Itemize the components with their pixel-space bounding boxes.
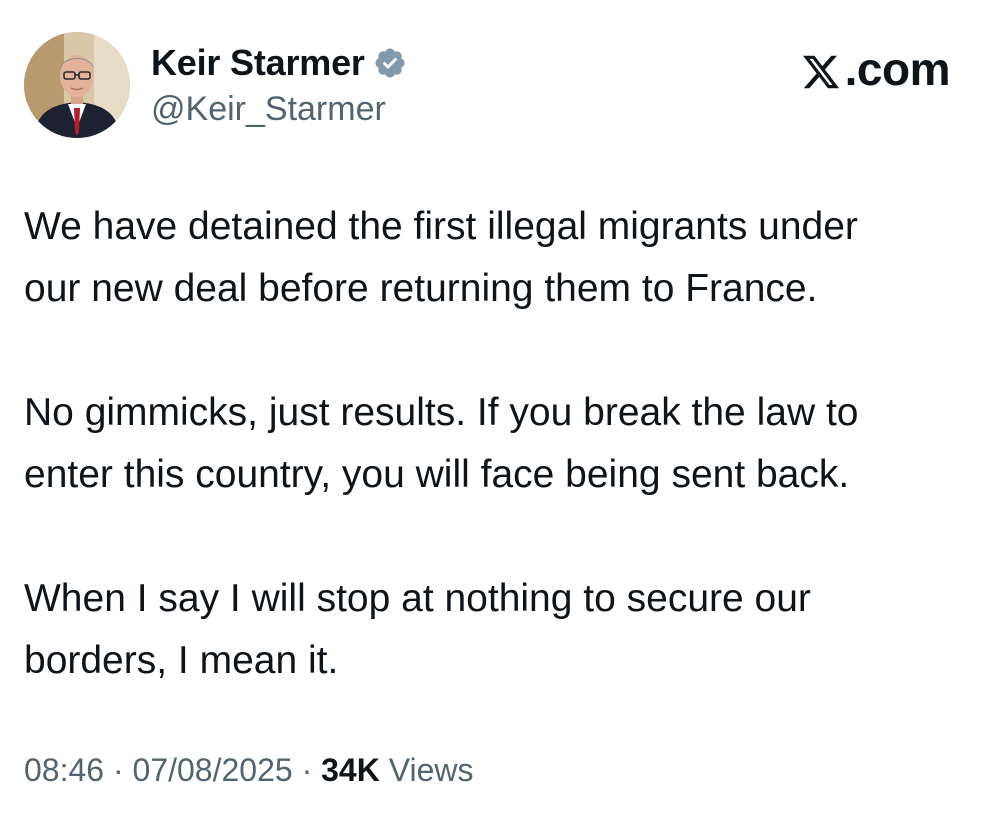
tweet-paragraph: When I say I will stop at nothing to sec… xyxy=(24,577,811,682)
meta-separator: · xyxy=(301,752,313,788)
avatar-portrait xyxy=(24,32,130,138)
brand-watermark: .com xyxy=(801,42,951,96)
tweet-meta: 08:46 · 07/08/2025 · 34K Views xyxy=(24,752,473,789)
tweet-paragraph: We have detained the first illegal migra… xyxy=(24,205,858,310)
brand-suffix: .com xyxy=(844,43,951,95)
verified-badge-icon[interactable] xyxy=(373,46,407,80)
x-logo-icon xyxy=(801,49,841,89)
author-handle[interactable]: @Keir_Starmer xyxy=(151,90,407,129)
views-label: Views xyxy=(388,752,474,788)
tweet-paragraph: No gimmicks, just results. If you break … xyxy=(24,391,859,496)
views-count[interactable]: 34K xyxy=(321,752,380,788)
tweet-card: Keir Starmer @Keir_Starmer .com We have … xyxy=(0,0,1000,827)
tweet-date[interactable]: 07/08/2025 xyxy=(133,752,293,788)
tweet-text: We have detained the first illegal migra… xyxy=(24,196,974,692)
name-row: Keir Starmer xyxy=(151,40,407,86)
avatar[interactable] xyxy=(24,32,130,138)
tweet-time[interactable]: 08:46 xyxy=(24,752,104,788)
meta-separator: · xyxy=(112,752,124,788)
author-block: Keir Starmer @Keir_Starmer xyxy=(151,40,407,129)
display-name[interactable]: Keir Starmer xyxy=(151,42,365,84)
